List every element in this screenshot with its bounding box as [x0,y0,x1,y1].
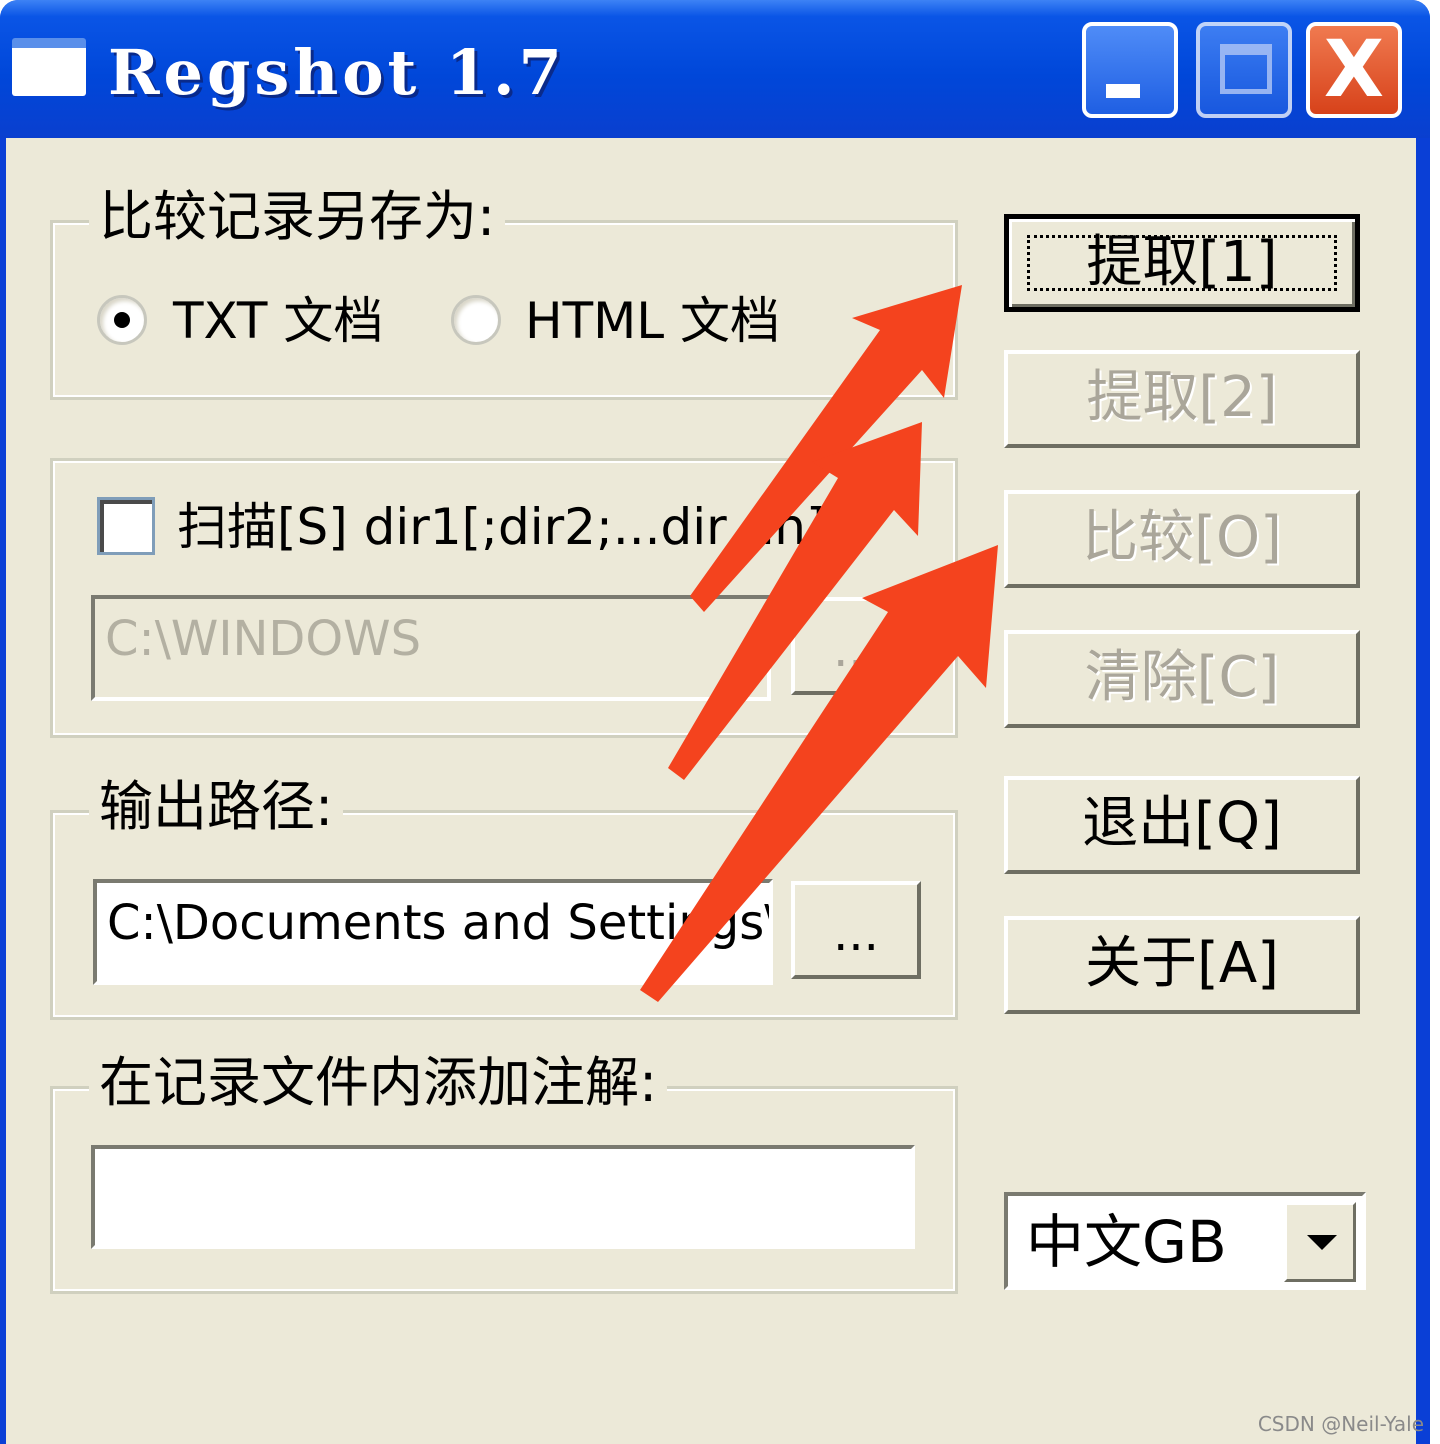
red-arrow-3 [640,545,998,1002]
annotation-arrows [640,285,998,1002]
watermark: CSDN @Neil-Yale [1257,1412,1424,1436]
regshot-window: Regshot 1.7 X 比较记录另存为: TXT 文档 HTML 文档 扫描… [0,0,1430,1444]
